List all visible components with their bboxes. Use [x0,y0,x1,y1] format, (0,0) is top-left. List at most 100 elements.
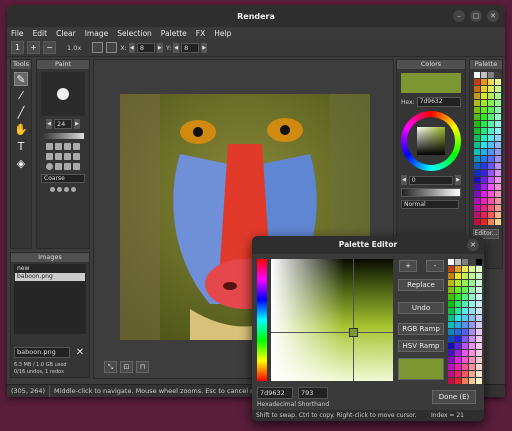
palette-swatch[interactable] [469,357,475,363]
palette-swatch[interactable] [448,350,454,356]
palette-swatch[interactable] [488,135,494,141]
hex-field[interactable]: 7d9632 [257,387,293,399]
palette-swatch[interactable] [469,287,475,293]
palette-swatch[interactable] [462,294,468,300]
palette-swatch[interactable] [476,308,482,314]
palette-swatch[interactable] [455,357,461,363]
palette-swatch[interactable] [474,156,480,162]
palette-swatch[interactable] [469,259,475,265]
palette-swatch[interactable] [481,212,487,218]
palette-swatch[interactable] [455,329,461,335]
palette-swatch[interactable] [476,378,482,384]
palette-swatch[interactable] [462,315,468,321]
alpha-input[interactable]: 0 [408,175,454,185]
palette-swatch[interactable] [481,121,487,127]
palette-swatch[interactable] [448,287,454,293]
palette-swatch[interactable] [476,266,482,272]
palette-swatch[interactable] [469,371,475,377]
palette-swatch[interactable] [474,205,480,211]
color-wheel[interactable] [401,111,461,171]
done-button[interactable]: Done (E) [432,390,476,404]
palette-swatch[interactable] [481,93,487,99]
palette-swatch[interactable] [448,308,454,314]
x-increment-icon[interactable]: ▶ [156,42,163,53]
shape-square-icon[interactable] [55,163,62,170]
palette-swatch[interactable] [495,114,501,120]
palette-swatch[interactable] [474,93,480,99]
palette-swatch[interactable] [474,149,480,155]
picker-tool-icon[interactable]: ⁄ [14,89,28,103]
palette-swatch[interactable] [469,350,475,356]
palette-swatch[interactable] [488,121,494,127]
blend-mode-select[interactable]: Normal [401,200,459,209]
palette-swatch[interactable] [462,266,468,272]
palette-swatch[interactable] [462,280,468,286]
size-decrement-icon[interactable]: ◀ [46,119,52,129]
size-increment-icon[interactable]: ▶ [74,119,80,129]
palette-swatch[interactable] [474,135,480,141]
stroke-oval-icon[interactable] [73,153,80,160]
palette-swatch[interactable] [448,336,454,342]
palette-swatch[interactable] [488,149,494,155]
palette-swatch[interactable] [462,301,468,307]
editor-palette-grid[interactable] [448,259,482,384]
saturation-value-picker[interactable] [271,259,393,381]
palette-swatch[interactable] [495,212,501,218]
palette-swatch[interactable] [455,336,461,342]
palette-swatch[interactable] [488,205,494,211]
stroke-poly-icon[interactable] [55,153,62,160]
palette-swatch[interactable] [481,142,487,148]
palette-swatch[interactable] [481,156,487,162]
palette-swatch[interactable] [462,273,468,279]
palette-swatch[interactable] [455,301,461,307]
palette-swatch[interactable] [495,219,501,225]
menu-clear[interactable]: Clear [56,29,76,38]
palette-swatch[interactable] [455,294,461,300]
palette-swatch[interactable] [474,114,480,120]
palette-swatch[interactable] [495,135,501,141]
palette-swatch[interactable] [469,343,475,349]
palette-swatch[interactable] [448,294,454,300]
palette-swatch[interactable] [488,86,494,92]
palette-swatch[interactable] [488,100,494,106]
palette-swatch[interactable] [495,142,501,148]
palette-swatch[interactable] [469,322,475,328]
palette-swatch[interactable] [488,79,494,85]
grid-icon[interactable] [92,42,104,53]
menu-fx[interactable]: FX [196,29,205,38]
stroke-box-icon[interactable] [64,153,71,160]
palette-swatch[interactable] [481,114,487,120]
tile-icon[interactable] [106,42,118,53]
palette-swatch[interactable] [488,163,494,169]
palette-swatch[interactable] [481,100,487,106]
fill-tool-icon[interactable]: ◈ [14,157,28,171]
minimize-icon[interactable]: – [453,10,465,22]
palette-swatch[interactable] [469,294,475,300]
maximize-icon[interactable]: □ [470,10,482,22]
palette-swatch[interactable] [481,198,487,204]
palette-swatch[interactable] [469,273,475,279]
palette-swatch[interactable] [474,128,480,134]
palette-swatch[interactable] [488,156,494,162]
palette-swatch[interactable] [495,121,501,127]
palette-swatch[interactable] [474,163,480,169]
palette-swatch[interactable] [495,128,501,134]
palette-swatch[interactable] [481,149,487,155]
add-color-button[interactable]: + [399,260,417,272]
palette-swatch[interactable] [476,259,482,265]
palette-swatch[interactable] [474,107,480,113]
palette-swatch[interactable] [488,107,494,113]
palette-swatch[interactable] [476,364,482,370]
palette-swatch[interactable] [488,184,494,190]
filename-field[interactable]: baboon.png [14,347,70,358]
remove-color-button[interactable]: - [426,260,444,272]
shape-hline-icon[interactable] [64,163,71,170]
palette-swatch[interactable] [495,86,501,92]
palette-swatch[interactable] [448,343,454,349]
palette-swatch[interactable] [462,308,468,314]
palette-swatch[interactable] [469,336,475,342]
stroke-rect-icon[interactable] [64,143,71,150]
palette-swatch[interactable] [469,378,475,384]
palette-swatch[interactable] [455,266,461,272]
palette-swatch[interactable] [455,322,461,328]
